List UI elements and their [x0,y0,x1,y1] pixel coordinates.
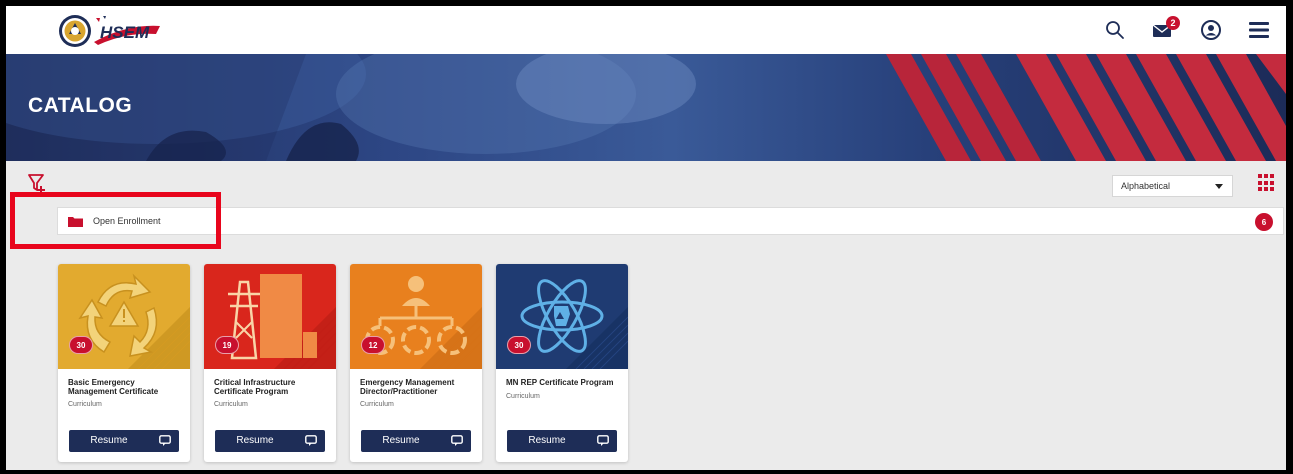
catalog-banner: CATALOG [6,54,1286,161]
sort-dropdown[interactable]: Alphabetical [1112,175,1233,197]
resume-button[interactable]: Resume [507,430,617,452]
card-type: Curriculum [68,401,102,408]
card-thumbnail: 30 [496,264,628,369]
course-count-badge: 30 [69,336,93,354]
resume-button[interactable]: Resume [361,430,471,452]
mail-badge: 2 [1166,16,1180,30]
resume-label: Resume [528,435,566,446]
resume-button[interactable]: Resume [69,430,179,452]
search-icon[interactable] [1102,17,1128,43]
card-type: Curriculum [214,401,248,408]
top-bar: HSEM 2 [6,6,1286,54]
launch-icon [159,435,171,446]
sort-value: Alphabetical [1121,181,1171,191]
folder-open-enrollment[interactable]: Open Enrollment 6 [57,207,1284,235]
hsem-logo[interactable]: HSEM [56,12,176,50]
hamburger-menu-icon[interactable] [1246,17,1272,43]
card-title: Critical Infrastructure Certificate Prog… [214,378,296,396]
resume-label: Resume [236,435,274,446]
launch-icon [451,435,463,446]
course-count-badge: 12 [361,336,385,354]
resume-label: Resume [90,435,128,446]
card-type: Curriculum [506,393,540,400]
course-card[interactable]: 19 Critical Infrastructure Certificate P… [204,264,336,462]
logo-text: HSEM [100,23,150,42]
course-card[interactable]: 30 Basic Emergency Management Certificat… [58,264,190,462]
folder-count-badge: 6 [1255,213,1273,231]
course-count-badge: 19 [215,336,239,354]
resume-label: Resume [382,435,420,446]
card-title: MN REP Certificate Program [506,378,614,387]
catalog-content: Alphabetical Open Enrollment 6 30 Basic … [6,161,1286,470]
card-title: Basic Emergency Management Certificate [68,378,159,396]
highlight-annotation [10,192,221,249]
user-circle-icon[interactable] [1198,17,1224,43]
app-window: HSEM 2 CATALOG Alphabetical Open Enrollm… [0,0,1293,474]
course-count-badge: 30 [507,336,531,354]
banner-background [6,54,1286,161]
card-thumbnail: 19 [204,264,336,369]
card-type: Curriculum [360,401,394,408]
mail-icon[interactable]: 2 [1150,16,1180,43]
chevron-down-icon [1215,184,1223,189]
card-thumbnail: 12 [350,264,482,369]
card-title: Emergency Management Director/Practition… [360,378,455,396]
course-card-grid: 30 Basic Emergency Management Certificat… [58,264,628,462]
card-thumbnail: 30 [58,264,190,369]
launch-icon [305,435,317,446]
grid-view-icon[interactable] [1258,174,1276,192]
launch-icon [597,435,609,446]
resume-button[interactable]: Resume [215,430,325,452]
page-title: CATALOG [28,94,133,117]
course-card[interactable]: 30 MN REP Certificate Program Curriculum… [496,264,628,462]
course-card[interactable]: 12 Emergency Management Director/Practit… [350,264,482,462]
